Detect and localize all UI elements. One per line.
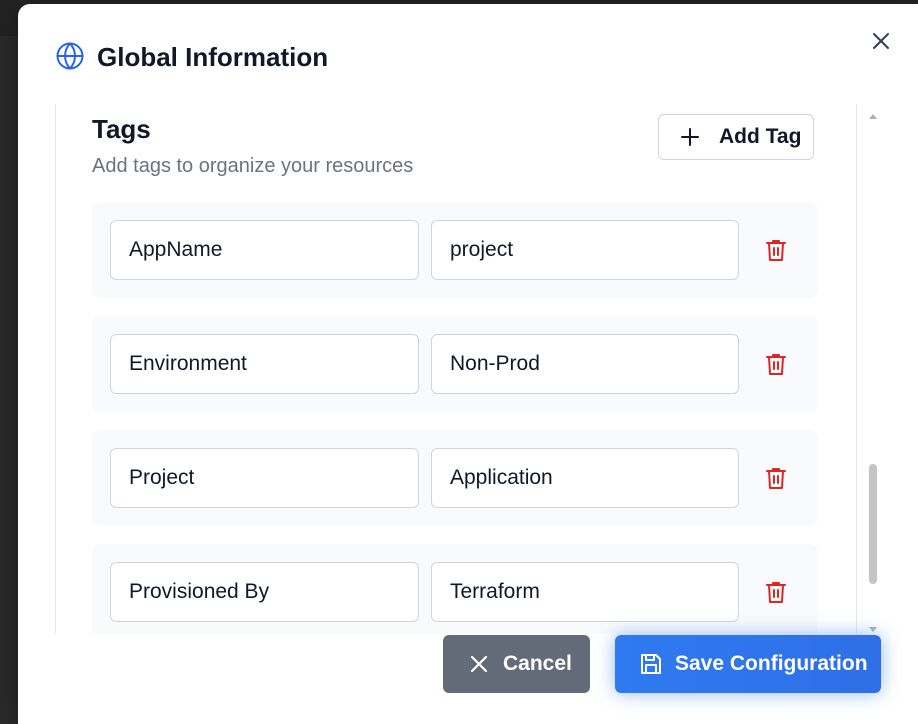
tags-section-title: Tags xyxy=(92,114,151,144)
save-configuration-label: Save Configuration xyxy=(675,652,868,675)
trash-icon xyxy=(766,240,786,261)
trash-icon xyxy=(766,582,786,603)
save-configuration-button[interactable]: Save Configuration xyxy=(615,635,881,693)
tag-value-input[interactable] xyxy=(431,448,739,508)
close-icon xyxy=(873,33,889,49)
dialog-title: Global Information xyxy=(97,42,329,72)
tag-row xyxy=(92,544,818,634)
scrollbar-thumb[interactable] xyxy=(869,464,877,584)
tag-row xyxy=(92,316,818,412)
tag-key-input[interactable] xyxy=(110,562,419,622)
tag-key-input[interactable] xyxy=(110,334,419,394)
trash-icon xyxy=(766,468,786,489)
tag-value-input[interactable] xyxy=(431,334,739,394)
tag-key-input[interactable] xyxy=(110,220,419,280)
delete-tag-button[interactable] xyxy=(762,350,790,378)
scroll-down-arrow-icon[interactable] xyxy=(868,624,878,634)
tag-value-input[interactable] xyxy=(431,220,739,280)
add-tag-label: Add Tag xyxy=(719,125,802,148)
tag-row xyxy=(92,430,818,526)
trash-icon xyxy=(766,354,786,375)
tag-row xyxy=(92,202,818,298)
delete-tag-button[interactable] xyxy=(762,236,790,264)
vertical-scrollbar[interactable] xyxy=(866,108,880,638)
save-icon xyxy=(641,654,661,674)
cancel-label: Cancel xyxy=(503,652,572,675)
tag-key-input[interactable] xyxy=(110,448,419,508)
dialog-header: Global Information xyxy=(18,4,918,104)
close-icon xyxy=(470,655,488,673)
delete-tag-button[interactable] xyxy=(762,578,790,606)
close-button[interactable] xyxy=(868,28,894,54)
add-tag-button[interactable]: Add Tag xyxy=(658,114,814,160)
global-information-dialog: Global Information Tags Add tags to orga… xyxy=(18,4,918,724)
cancel-button[interactable]: Cancel xyxy=(443,635,590,693)
tag-value-input[interactable] xyxy=(431,562,739,622)
delete-tag-button[interactable] xyxy=(762,464,790,492)
tags-section-header: Tags Add tags to organize your resources… xyxy=(92,110,818,180)
tags-section-subtitle: Add tags to organize your resources xyxy=(92,155,414,177)
plus-icon xyxy=(681,128,699,146)
globe-icon xyxy=(56,42,84,70)
scroll-up-arrow-icon[interactable] xyxy=(868,112,878,122)
dialog-scroll-area[interactable]: Tags Add tags to organize your resources… xyxy=(55,104,857,634)
